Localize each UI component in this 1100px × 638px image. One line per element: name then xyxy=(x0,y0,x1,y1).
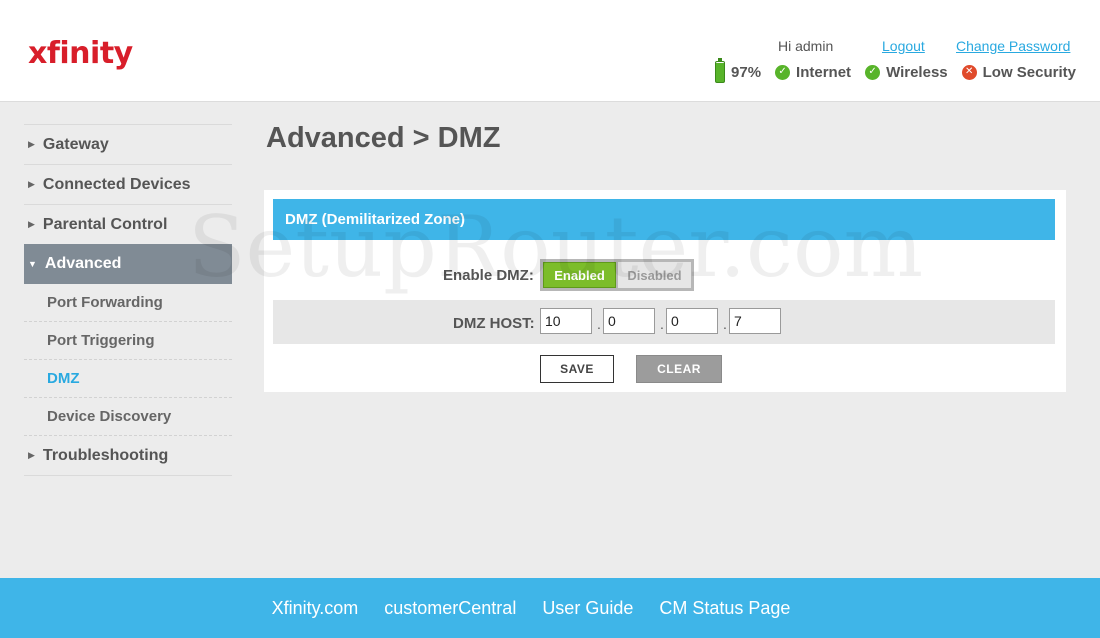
check-circle-icon: ✓ xyxy=(775,64,791,80)
sidebar-subitem-device-discovery[interactable]: Device Discovery xyxy=(24,398,232,436)
greeting: Hi admin xyxy=(778,38,834,54)
sidebar-item-troubleshooting[interactable]: ▶ Troubleshooting xyxy=(24,436,232,476)
security-status-label: Low Security xyxy=(982,63,1076,81)
battery-status: 97% xyxy=(715,58,762,83)
logout-link[interactable]: Logout xyxy=(882,38,925,54)
check-circle-icon: ✓ xyxy=(865,64,881,80)
triangle-right-icon: ▶ xyxy=(28,219,35,229)
dmz-host-octet-3[interactable] xyxy=(666,308,718,334)
dmz-host-row: DMZ HOST: . . . xyxy=(273,300,1055,344)
sidebar-item-connected-devices[interactable]: ▶ Connected Devices xyxy=(24,164,232,204)
sidebar-item-label: Troubleshooting xyxy=(42,446,169,464)
xfinity-logo[interactable]: xfinity xyxy=(28,36,133,71)
footer-link-user-guide[interactable]: User Guide xyxy=(542,598,633,619)
triangle-right-icon: ▶ xyxy=(28,450,35,460)
dmz-host-octet-1[interactable] xyxy=(540,308,592,334)
ip-separator: . xyxy=(723,316,727,332)
footer-link-cm-status-page[interactable]: CM Status Page xyxy=(659,598,790,619)
internet-status[interactable]: ✓ Internet xyxy=(775,64,851,81)
ip-separator: . xyxy=(597,316,601,332)
dmz-panel: DMZ (Demilitarized Zone) Enable DMZ: Ena… xyxy=(264,190,1066,392)
disabled-option[interactable]: Disabled xyxy=(618,262,691,288)
sidebar-item-advanced[interactable]: ▼ Advanced xyxy=(24,244,232,284)
enabled-option[interactable]: Enabled xyxy=(543,262,617,288)
sidebar-item-label: Parental Control xyxy=(42,215,168,233)
change-password-link[interactable]: Change Password xyxy=(956,38,1070,54)
enable-dmz-label: Enable DMZ: xyxy=(443,267,534,284)
sidebar-item-gateway[interactable]: ▶ Gateway xyxy=(24,124,232,164)
header: xfinity Hi admin Logout Change Password … xyxy=(0,0,1100,102)
sidebar-subitem-dmz[interactable]: DMZ xyxy=(24,360,232,398)
footer: Xfinity.com customerCentral User Guide C… xyxy=(0,578,1100,638)
wireless-status-label: Wireless xyxy=(886,63,948,81)
sidebar-nav: ▶ Gateway ▶ Connected Devices ▶ Parental… xyxy=(24,124,232,476)
status-bar: 97% ✓ Internet ✓ Wireless ✕ Low Security xyxy=(715,58,1076,83)
sidebar-subitem-port-forwarding[interactable]: Port Forwarding xyxy=(24,284,232,322)
ip-separator: . xyxy=(660,316,664,332)
dmz-host-label: DMZ HOST: xyxy=(453,315,535,332)
dmz-host-octet-2[interactable] xyxy=(603,308,655,334)
dmz-host-octet-4[interactable] xyxy=(729,308,781,334)
battery-level: 97% xyxy=(731,63,762,81)
sidebar-item-parental-control[interactable]: ▶ Parental Control xyxy=(24,204,232,244)
triangle-right-icon: ▶ xyxy=(28,179,35,189)
security-status[interactable]: ✕ Low Security xyxy=(961,63,1076,81)
sidebar-subitem-port-triggering[interactable]: Port Triggering xyxy=(24,322,232,360)
triangle-right-icon: ▶ xyxy=(28,139,35,149)
footer-link-customer-central[interactable]: customerCentral xyxy=(384,598,516,619)
triangle-down-icon: ▼ xyxy=(28,259,37,269)
sidebar-item-label: Connected Devices xyxy=(42,175,191,193)
save-button[interactable]: SAVE xyxy=(540,355,614,383)
internet-status-label: Internet xyxy=(796,63,852,81)
footer-link-xfinity[interactable]: Xfinity.com xyxy=(272,598,359,619)
sidebar-item-label: Gateway xyxy=(42,135,109,153)
x-circle-icon: ✕ xyxy=(961,64,977,80)
clear-button[interactable]: CLEAR xyxy=(636,355,722,383)
enable-dmz-toggle[interactable]: Enabled Disabled xyxy=(540,259,694,291)
panel-header: DMZ (Demilitarized Zone) xyxy=(273,199,1055,240)
battery-icon xyxy=(715,58,726,83)
sidebar-item-label: Advanced xyxy=(44,255,122,272)
wireless-status[interactable]: ✓ Wireless xyxy=(865,64,948,81)
page-title: Advanced > DMZ xyxy=(266,122,501,154)
